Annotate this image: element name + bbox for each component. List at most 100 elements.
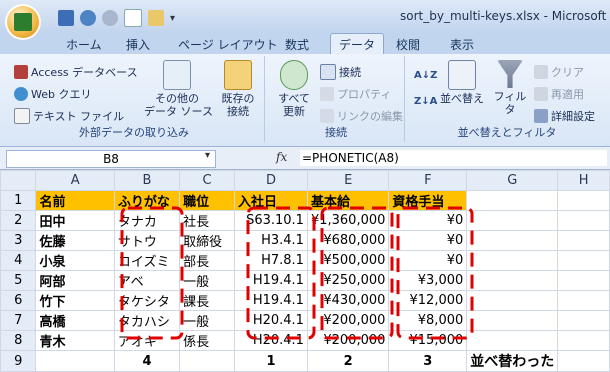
connections-button[interactable]: 接続 (320, 64, 361, 80)
cell[interactable]: 佐藤 (35, 230, 115, 251)
properties-button[interactable]: プロパティ (320, 86, 391, 102)
cell[interactable] (466, 290, 559, 311)
cell[interactable] (466, 230, 559, 251)
column-header[interactable]: E (306, 170, 390, 191)
cell[interactable]: タケシタ (113, 290, 181, 311)
sort-ascending-button[interactable]: A↓Z (414, 70, 437, 81)
cell[interactable] (466, 310, 559, 331)
cell[interactable]: サトウ (113, 230, 181, 251)
cell[interactable]: ¥200,000 (306, 310, 390, 331)
cell[interactable]: H20.4.1 (233, 330, 308, 351)
cell[interactable]: タナカ (113, 210, 181, 231)
cell[interactable]: ¥430,000 (306, 290, 390, 311)
cell[interactable] (466, 250, 559, 271)
tab-formulas[interactable]: 数式 (285, 36, 309, 53)
reapply-button[interactable]: 再適用 (534, 86, 584, 102)
row-header[interactable]: 6 (0, 290, 37, 311)
cell[interactable]: 一般 (179, 270, 235, 291)
cell[interactable] (557, 230, 610, 251)
cell[interactable]: 取締役 (179, 230, 235, 251)
cell[interactable]: アオキ (113, 330, 181, 351)
cell[interactable]: タカハシ (113, 310, 181, 331)
tab-insert[interactable]: 挿入 (126, 36, 150, 53)
cell[interactable]: コイズミ (113, 250, 181, 271)
cell[interactable] (466, 190, 559, 211)
cell[interactable]: H7.8.1 (233, 250, 308, 271)
insert-function-button[interactable]: fx (276, 150, 287, 164)
text-file-button[interactable]: テキスト ファイル (14, 108, 124, 124)
save-icon[interactable] (58, 10, 74, 26)
cell[interactable]: ¥15,000 (388, 330, 468, 351)
cell[interactable] (557, 210, 610, 231)
cell[interactable]: ¥200,000 (306, 330, 390, 351)
column-header[interactable]: D (233, 170, 308, 191)
cell[interactable]: S63.10.1 (233, 210, 308, 231)
row-header[interactable]: 3 (0, 230, 37, 251)
cell[interactable]: 青木 (35, 330, 115, 351)
open-folder-icon[interactable] (148, 10, 164, 26)
row-header[interactable]: 8 (0, 330, 37, 351)
cell[interactable] (557, 350, 610, 372)
cell[interactable] (466, 270, 559, 291)
cell[interactable]: 課長 (179, 290, 235, 311)
cell[interactable] (179, 350, 235, 372)
column-header[interactable]: G (466, 170, 559, 191)
access-db-button[interactable]: Access データベース (14, 64, 138, 80)
cell[interactable]: 資格手当 (388, 190, 468, 211)
sort-descending-button[interactable]: Z↓A (414, 96, 437, 107)
cell[interactable]: 田中 (35, 210, 115, 231)
column-header[interactable]: A (35, 170, 115, 191)
cell[interactable]: H19.4.1 (233, 270, 308, 291)
cell[interactable]: 小泉 (35, 250, 115, 271)
cell[interactable]: 基本給 (306, 190, 390, 211)
advanced-filter-button[interactable]: 詳細設定 (534, 108, 595, 124)
cell[interactable]: ¥680,000 (306, 230, 390, 251)
formula-input[interactable]: =PHONETIC(A8) (300, 150, 607, 166)
cell[interactable] (35, 350, 115, 372)
cell[interactable]: ¥3,000 (388, 270, 468, 291)
tab-review[interactable]: 校閲 (396, 36, 420, 53)
cell[interactable] (557, 270, 610, 291)
office-button[interactable] (5, 4, 41, 40)
row-header[interactable]: 4 (0, 250, 37, 271)
column-header[interactable]: C (179, 170, 235, 191)
cell[interactable] (557, 290, 610, 311)
cell[interactable]: ¥12,000 (388, 290, 468, 311)
cell[interactable]: ¥0 (388, 230, 468, 251)
tab-view[interactable]: 表示 (450, 36, 474, 53)
tab-page-layout[interactable]: ページ レイアウト (178, 36, 278, 53)
cell[interactable]: アベ (113, 270, 181, 291)
cell[interactable]: H19.4.1 (233, 290, 308, 311)
cell[interactable]: 入社日 (233, 190, 308, 211)
cell[interactable]: 社長 (179, 210, 235, 231)
filter-button[interactable]: フィルタ (490, 60, 530, 116)
undo-icon[interactable] (80, 10, 96, 26)
cell[interactable] (557, 310, 610, 331)
cell[interactable]: 一般 (179, 310, 235, 331)
cell[interactable] (466, 210, 559, 231)
cell[interactable]: ふりがな (113, 190, 181, 211)
column-header[interactable]: B (113, 170, 181, 191)
row-header[interactable]: 7 (0, 310, 37, 331)
cell[interactable]: H3.4.1 (233, 230, 308, 251)
cell[interactable]: 職位 (179, 190, 235, 211)
cell[interactable]: 2 (306, 350, 390, 372)
sort-button[interactable]: 並べ替え (440, 60, 484, 105)
cell[interactable]: H20.4.1 (233, 310, 308, 331)
cell[interactable]: 並べ替わった (466, 350, 559, 372)
refresh-all-button[interactable]: すべて 更新 (274, 60, 314, 118)
select-all-corner[interactable] (0, 170, 37, 191)
cell[interactable] (557, 190, 610, 211)
customize-qat-icon[interactable]: ▾ (170, 13, 175, 24)
row-header[interactable]: 2 (0, 210, 37, 231)
cell[interactable]: 阿部 (35, 270, 115, 291)
cell[interactable]: ¥0 (388, 250, 468, 271)
row-header[interactable]: 1 (0, 190, 37, 211)
cell[interactable]: 1 (233, 350, 308, 372)
print-preview-icon[interactable] (124, 9, 142, 27)
clear-filter-button[interactable]: クリア (534, 64, 584, 80)
redo-icon[interactable] (102, 10, 118, 26)
cell[interactable] (466, 330, 559, 351)
name-box[interactable]: B8 (6, 150, 216, 168)
cell[interactable]: ¥8,000 (388, 310, 468, 331)
